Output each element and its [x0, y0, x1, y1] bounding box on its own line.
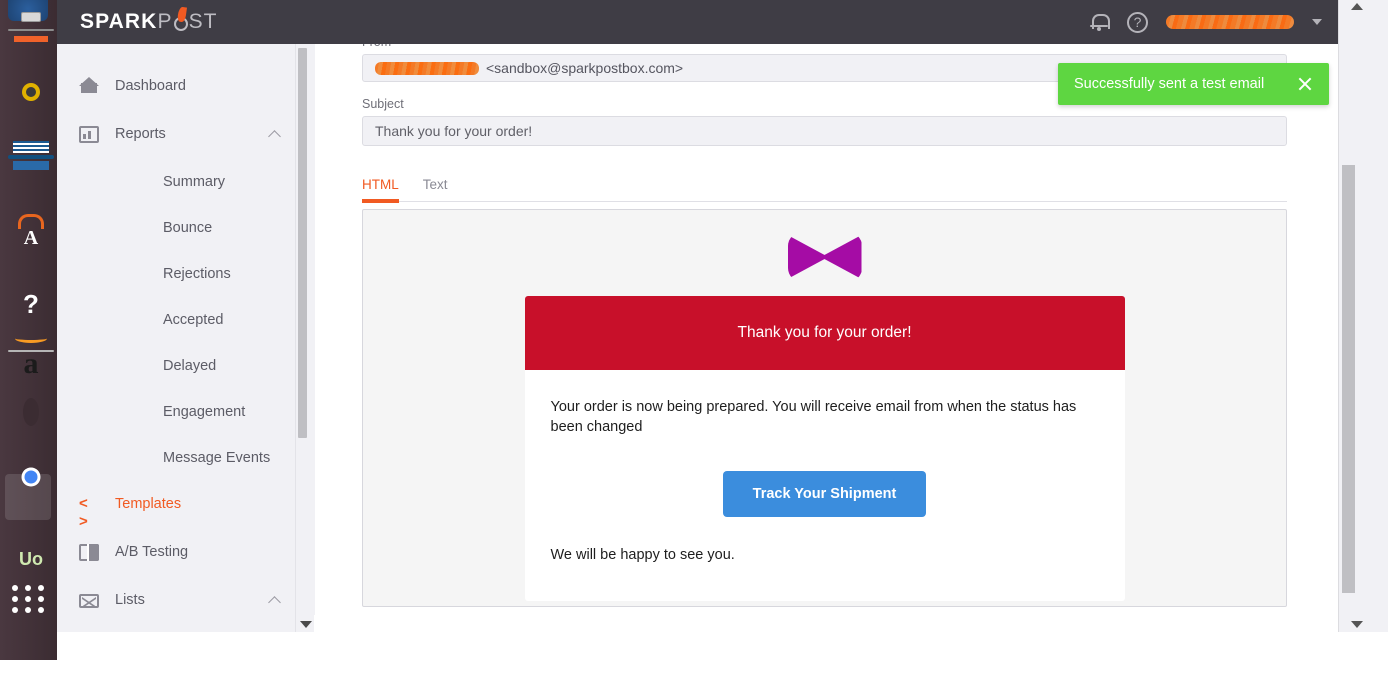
subject-value-text: Thank you for your order! [375, 123, 533, 139]
tab-html[interactable]: HTML [362, 177, 399, 203]
sidebar-item-accepted[interactable]: Accepted [57, 305, 295, 335]
dock-icon-opera[interactable] [5, 409, 51, 455]
dock-icon-ubuntu-software[interactable] [5, 216, 54, 262]
browser-viewport: SPARKP ST ? Dashboard Reports Summary Bo… [57, 0, 1388, 632]
amazon-icon [8, 340, 54, 381]
home-icon [79, 77, 99, 95]
sidebar-item-label: Bounce [163, 220, 213, 236]
logo-bold-text: SPARK [80, 10, 158, 33]
email-body-text: Your order is now being prepared. You wi… [550, 399, 1077, 435]
account-name-redacted[interactable] [1166, 15, 1294, 29]
sidebar-item-label: Summary [163, 174, 226, 190]
email-banner: Thank you for your order! [524, 296, 1125, 370]
subject-input[interactable]: Thank you for your order! [362, 116, 1287, 146]
from-address-text: <sandbox@sparkpostbox.com> [486, 60, 684, 76]
sidebar-scroll-thumb[interactable] [298, 48, 307, 438]
page-scroll-thumb[interactable] [1342, 165, 1355, 593]
caret-up-icon[interactable] [1351, 3, 1363, 10]
chevron-up-icon[interactable] [270, 131, 281, 138]
writer-document-icon [8, 141, 54, 170]
sidebar-item-label: Message Events [163, 450, 271, 466]
caret-down-icon[interactable] [1351, 621, 1363, 628]
dock-icon-libreoffice-writer[interactable] [5, 141, 54, 198]
sidebar-item-bounce[interactable]: Bounce [57, 213, 295, 243]
toast-message: Successfully sent a test email [1074, 76, 1265, 92]
from-label: From [362, 44, 1287, 49]
sidebar-item-label: A/B Testing [115, 544, 189, 560]
sidebar-item-summary[interactable]: Summary [57, 167, 295, 197]
screen: SPARKP ST ? Dashboard Reports [0, 0, 1388, 684]
sidebar-item-lists[interactable]: Lists [57, 585, 295, 615]
bell-icon[interactable] [1089, 12, 1110, 32]
email-cta-wrapper: Track Your Shipment [551, 471, 1099, 517]
sidebar-item-rejections[interactable]: Rejections [57, 259, 295, 289]
flame-o-icon [173, 6, 189, 31]
sidebar-item-templates[interactable]: < > Templates [57, 489, 295, 530]
content-tabs: HTML Text [362, 177, 1287, 203]
dock-icon-amazon[interactable] [5, 340, 54, 393]
sidebar-item-message-events[interactable]: Message Events [57, 443, 295, 473]
bowtie-logo-icon [787, 232, 862, 282]
sidebar-item-reports[interactable]: Reports [57, 119, 295, 149]
files-icon [8, 12, 54, 42]
ubuntu-launcher-dock [0, 0, 57, 660]
sidebar-scroll-track[interactable] [296, 44, 315, 615]
question-circle-icon[interactable]: ? [1127, 11, 1148, 33]
sidebar-item-label: Lists [115, 592, 145, 608]
code-brackets-icon: < > [79, 495, 88, 530]
sidebar-item-label: Accepted [163, 312, 224, 328]
page-scrollbar[interactable] [1338, 0, 1388, 632]
main-content: From <sandbox@sparkpostbox.com> Subject … [315, 44, 1338, 632]
topbar-actions: ? [1089, 11, 1338, 33]
sidebar-scrollbar[interactable] [295, 44, 315, 632]
sidebar-item-label: Reports [115, 126, 166, 142]
sidebar-item-label: Delayed [163, 358, 217, 374]
email-card: Thank you for your order! Your order is … [524, 296, 1125, 601]
sidebar-item-label: Engagement [163, 404, 246, 420]
sidebar-item-label: Rejections [163, 266, 231, 282]
show-applications-icon[interactable] [12, 585, 46, 613]
sidebar-item-dashboard[interactable]: Dashboard [57, 71, 295, 101]
track-shipment-button[interactable]: Track Your Shipment [722, 471, 927, 517]
sparkpost-logo[interactable]: SPARKP ST [80, 6, 218, 34]
close-icon[interactable] [1297, 76, 1313, 92]
email-closing-text: We will be happy to see you. [550, 547, 735, 563]
chevron-down-icon[interactable] [1312, 19, 1322, 25]
tab-text[interactable]: Text [423, 177, 448, 201]
from-name-redacted [375, 61, 479, 75]
caret-down-icon[interactable] [300, 621, 312, 628]
logo-light-p: P [157, 10, 173, 33]
ab-split-icon [79, 543, 99, 561]
sidebar-nav: Dashboard Reports Summary Bounce Rejecti… [57, 44, 295, 632]
sidebar-item-delayed[interactable]: Delayed [57, 351, 295, 381]
dock-icon-help[interactable] [5, 283, 54, 329]
nav-list: Dashboard Reports Summary Bounce Rejecti… [57, 44, 295, 632]
dock-icon-ubuntu-app[interactable] [5, 538, 54, 584]
dock-icon-chrome[interactable] [5, 474, 51, 520]
envelope-icon [79, 594, 99, 608]
success-toast: Successfully sent a test email [1058, 63, 1329, 105]
app-topbar: SPARKP ST ? [57, 0, 1338, 44]
chevron-up-icon[interactable] [270, 597, 281, 604]
template-form: From <sandbox@sparkpostbox.com> Subject … [362, 44, 1287, 607]
sidebar-item-label: Dashboard [115, 78, 186, 94]
dock-icon-rhythmbox[interactable] [5, 89, 51, 135]
dock-icon-files[interactable] [5, 12, 54, 72]
sidebar-item-label: Templates [115, 496, 182, 512]
sidebar-item-ab-testing[interactable]: A/B Testing [57, 537, 295, 567]
chart-bar-icon [79, 125, 99, 143]
sidebar-item-engagement[interactable]: Engagement [57, 397, 295, 427]
email-body: Your order is now being prepared. You wi… [525, 370, 1125, 601]
email-preview-pane: Thank you for your order! Your order is … [362, 209, 1287, 607]
logo-light-st: ST [188, 10, 218, 33]
